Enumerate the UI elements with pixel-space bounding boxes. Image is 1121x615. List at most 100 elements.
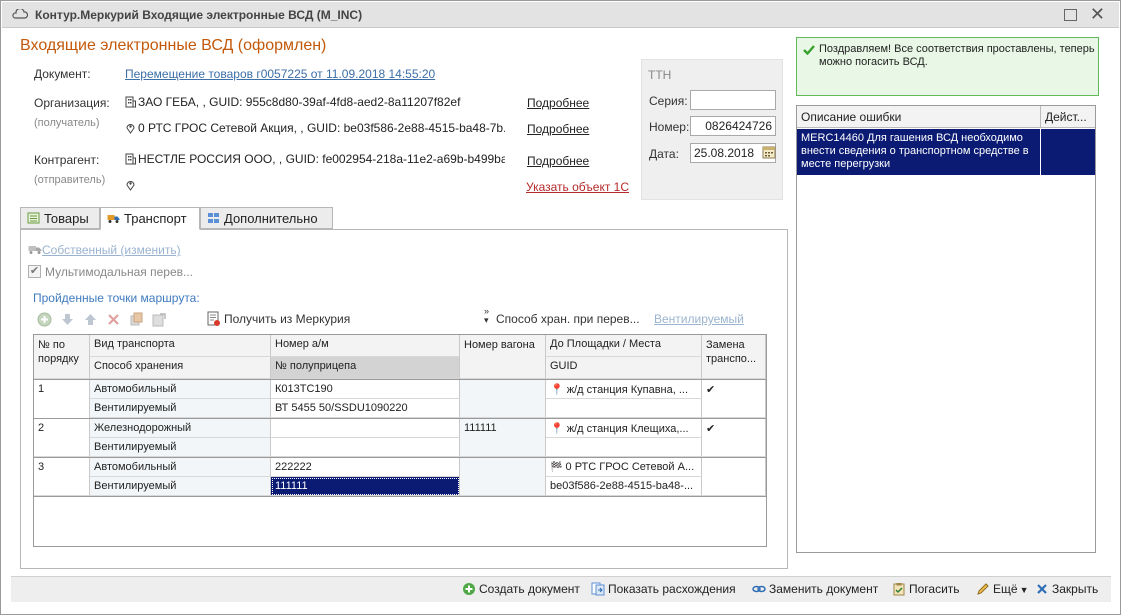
table-row-1-num[interactable]: 1 — [34, 380, 90, 418]
table-row-2-guid[interactable] — [546, 438, 702, 457]
tab-transport[interactable]: Транспорт — [100, 207, 200, 230]
create-document-button[interactable]: Создать документ — [462, 582, 580, 596]
row-separator — [34, 496, 766, 497]
contragent-more-link[interactable]: Подробнее — [527, 154, 589, 168]
arrow-up-icon[interactable] — [83, 312, 98, 327]
col-header-transport-type[interactable]: Вид транспорта — [90, 335, 271, 357]
document-link[interactable]: Перемещение товаров г0057225 от 11.09.20… — [125, 67, 435, 81]
own-transport-link[interactable]: Собственный (изменить) — [42, 243, 181, 257]
truck-icon — [107, 215, 120, 223]
table-row-2-destination[interactable]: 📍 ж/д станция Клещиха,... — [546, 419, 702, 438]
col-header-replace[interactable]: Замена транспо... — [702, 335, 766, 379]
tth-title: ТТН — [648, 68, 672, 82]
error-description-cell[interactable]: MERC14460 Для гашения ВСД необходимо вне… — [797, 129, 1041, 175]
route-points-title: Пройденные точки маршрута: — [33, 291, 200, 305]
storage-method-label: Способ хран. при перев... — [496, 312, 640, 326]
link-icon — [752, 585, 766, 593]
table-row-2-replace[interactable]: ✔ — [702, 419, 766, 457]
col-header-num[interactable]: № по порядку — [34, 335, 90, 379]
pencil-icon — [977, 583, 989, 595]
table-row-3-storage[interactable]: Вентилируемый — [90, 477, 271, 496]
table-row-1-storage[interactable]: Вентилируемый — [90, 399, 271, 418]
more-menu-button[interactable]: Ещё ▼ — [976, 582, 1028, 596]
organization-line-2-text: 0 РТС ГРОС Сетевой Акция, , GUID: be03f5… — [138, 121, 505, 135]
tth-panel: ТТН Серия: Номер: 0826424726 Дата: 25.08… — [641, 59, 783, 200]
table-row-3-transport-type[interactable]: Автомобильный — [90, 458, 271, 477]
col-header-storage[interactable]: Способ хранения — [90, 357, 271, 379]
storage-method-value[interactable]: Вентилируемый — [654, 312, 744, 326]
table-row-2-storage[interactable]: Вентилируемый — [90, 438, 271, 457]
table-row-3-car-number[interactable]: 222222 — [271, 458, 460, 477]
table-row-1-destination-text: ж/д станция Купавна, ... — [566, 384, 689, 396]
building-icon — [125, 153, 136, 165]
tth-series-input[interactable] — [690, 90, 776, 110]
success-message-text: Поздравляем! Все соответствия проставлен… — [819, 43, 1095, 68]
tab-transport-label: Транспорт — [124, 211, 187, 226]
success-message: Поздравляем! Все соответствия проставлен… — [796, 37, 1099, 96]
organization-more-link-1[interactable]: Подробнее — [527, 96, 589, 110]
table-row-1-guid[interactable] — [546, 399, 702, 418]
close-label: Закрыть — [1052, 582, 1099, 596]
location-pin-icon — [126, 181, 135, 191]
col-header-wagon[interactable]: Номер вагона — [460, 335, 546, 379]
specify-1c-object-link[interactable]: Указать объект 1С — [526, 180, 629, 194]
table-row-2-num[interactable]: 2 — [34, 419, 90, 457]
tth-number-label: Номер: — [649, 120, 690, 134]
table-row-1-transport-type[interactable]: Автомобильный — [90, 380, 271, 399]
replace-document-label: Заменить документ — [769, 582, 879, 596]
col-header-error-action[interactable]: Дейст... — [1041, 106, 1095, 128]
table-row-1-replace[interactable]: ✔ — [702, 380, 766, 418]
error-action-cell[interactable] — [1041, 129, 1095, 175]
table-row-1-car-number[interactable]: К013ТС190 — [271, 380, 460, 399]
arrow-down-icon[interactable] — [60, 312, 75, 327]
close-window-button[interactable]: ✕ — [1090, 5, 1105, 23]
multimodal-checkbox[interactable]: ✔ — [28, 265, 41, 278]
add-icon[interactable] — [37, 312, 52, 327]
copy-icon[interactable] — [129, 312, 144, 327]
page-title: Входящие электронные ВСД (оформлен) — [20, 37, 327, 54]
table-row-3-destination[interactable]: 🏁 0 РТС ГРОС Сетевой А... — [546, 458, 702, 477]
table-row-2-wagon[interactable]: 111111 — [460, 419, 546, 457]
col-header-guid[interactable]: GUID — [546, 357, 702, 379]
delete-icon[interactable] — [106, 312, 121, 327]
maximize-button[interactable] — [1064, 9, 1077, 21]
edit-icon[interactable] — [152, 312, 167, 327]
table-row-2-trailer[interactable] — [271, 438, 460, 457]
organization-more-link-2[interactable]: Подробнее — [527, 122, 589, 136]
expand-chevron-icon: » ▾ — [484, 306, 490, 325]
table-row-2-transport-type[interactable]: Железнодорожный — [90, 419, 271, 438]
tab-additional[interactable]: Дополнительно — [200, 207, 333, 229]
contragent-line-1-text: НЕСТЛЕ РОССИЯ ООО, , GUID: fe002954-218a… — [138, 152, 505, 166]
table-row[interactable]: MERC14460 Для гашения ВСД необходимо вне… — [797, 129, 1095, 175]
tab-goods[interactable]: Товары — [20, 207, 100, 229]
show-differences-label: Показать расхождения — [608, 582, 736, 596]
table-row-2-destination-text: ж/д станция Клещиха,... — [566, 423, 689, 435]
col-header-destination[interactable]: До Площадки / Места — [546, 335, 702, 357]
table-row-1-trailer[interactable]: ВТ 5455 50/SSDU1090220 — [271, 399, 460, 418]
close-button[interactable]: Закрыть — [1035, 582, 1098, 596]
tab-goods-label: Товары — [44, 211, 89, 226]
checkmark-icon — [803, 45, 815, 56]
col-header-trailer[interactable]: № полуприцепа — [271, 357, 460, 379]
table-row-1-wagon[interactable] — [460, 380, 546, 418]
organization-line-2: 0 РТС ГРОС Сетевой Акция, , GUID: be03f5… — [125, 121, 505, 135]
errors-table: Описание ошибки Дейст... MERC14460 Для г… — [796, 105, 1096, 553]
get-from-mercury-button[interactable]: Получить из Меркурия — [224, 312, 350, 326]
table-row-3-guid[interactable]: be03f586-2e88-4515-ba48-... — [546, 477, 702, 496]
cloud-icon — [12, 9, 28, 19]
table-row-3-wagon[interactable] — [460, 458, 546, 496]
table-row-3-replace[interactable] — [702, 458, 766, 496]
table-row-2-car-number[interactable] — [271, 419, 460, 438]
table-row-1-destination[interactable]: 📍 ж/д станция Купавна, ... — [546, 380, 702, 399]
tab-additional-label: Дополнительно — [224, 211, 318, 226]
table-row-3-num[interactable]: 3 — [34, 458, 90, 496]
main-window: Контур.Меркурий Входящие электронные ВСД… — [0, 0, 1121, 615]
replace-document-button[interactable]: Заменить документ — [752, 582, 878, 596]
col-header-car-number[interactable]: Номер а/м — [271, 335, 460, 357]
table-row-3-trailer[interactable]: 111111 — [271, 477, 460, 496]
redeem-button[interactable]: Погасить — [892, 582, 960, 596]
calendar-icon[interactable] — [762, 145, 776, 159]
col-header-error-description[interactable]: Описание ошибки — [797, 106, 1041, 128]
tth-number-input[interactable]: 0826424726 — [690, 116, 776, 136]
show-differences-button[interactable]: Показать расхождения — [591, 582, 736, 596]
